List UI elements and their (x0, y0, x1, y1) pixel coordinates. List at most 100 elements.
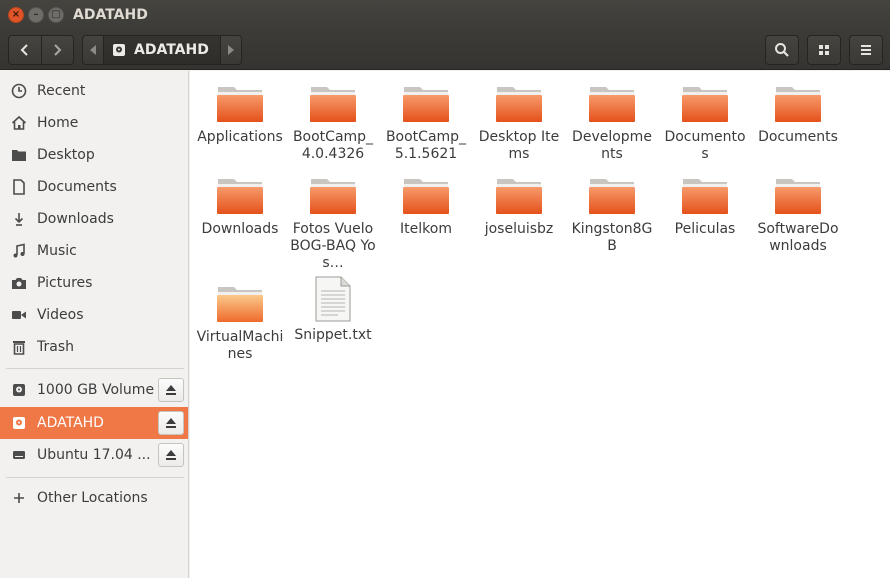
sidebar-item-recent[interactable]: Recent (0, 75, 188, 107)
sidebar-item-music[interactable]: Music (0, 235, 188, 267)
sidebar-item-downloads[interactable]: Downloads (0, 203, 188, 235)
folder-icon (681, 83, 729, 123)
file-item[interactable]: Applications (196, 83, 284, 146)
file-name: Fotos Vuelo BOG-BAQ Yos… (290, 221, 376, 271)
text-file-icon (309, 275, 357, 323)
sidebar-item-trash[interactable]: Trash (0, 331, 188, 363)
folder-icon (681, 175, 729, 215)
file-name: Desktop Items (478, 129, 560, 162)
file-item[interactable]: VirtualMachines (196, 283, 284, 363)
eject-icon (166, 450, 176, 460)
chevron-right-icon (54, 44, 62, 56)
sidebar-item-adatahd[interactable]: ADATAHD (0, 407, 188, 439)
chevron-left-icon (20, 44, 28, 56)
eject-button[interactable] (158, 443, 184, 467)
file-name: Applications (197, 129, 283, 145)
sidebar-item-ubuntu[interactable]: Ubuntu 17.04 ... (0, 439, 188, 471)
sidebar-item-label: Recent (37, 83, 86, 99)
triangle-left-icon (90, 45, 96, 55)
sidebar-item-label: Desktop (37, 147, 95, 163)
folder-icon (588, 83, 636, 123)
sidebar-item-label: ADATAHD (37, 415, 104, 431)
grid-icon (819, 45, 829, 55)
file-item[interactable]: Documentos (661, 83, 749, 163)
file-name: SoftwareDownloads (757, 221, 839, 254)
folder-icon (495, 83, 543, 123)
folder-icon (309, 83, 357, 123)
path-scroll-left-button[interactable] (83, 36, 103, 64)
maximize-window-button[interactable]: □ (48, 7, 64, 23)
minimize-window-button[interactable]: – (28, 7, 44, 23)
window-title: ADATAHD (73, 7, 148, 23)
sidebar-item-videos[interactable]: Videos (0, 299, 188, 331)
sidebar-item-label: Home (37, 115, 79, 131)
back-button[interactable] (9, 36, 41, 64)
file-item[interactable]: Snippet.txt (289, 275, 377, 344)
folder-icon (402, 175, 450, 215)
hamburger-menu-icon (861, 45, 871, 55)
file-item[interactable]: BootCamp_5.1.5621 (382, 83, 470, 163)
sidebar-divider (6, 368, 184, 369)
path-crumb-label: ADATAHD (134, 42, 209, 58)
file-name: Documents (758, 129, 838, 145)
file-view: Applications BootCamp_4.0.4326 BootCamp_… (190, 71, 890, 578)
header-toolbar: ADATAHD (0, 30, 890, 70)
download-icon (8, 209, 30, 229)
file-item[interactable]: joseluisbz (475, 175, 563, 238)
folder-icon (402, 83, 450, 123)
title-bar: × – □ ADATAHD (0, 0, 890, 30)
sidebar-item-desktop[interactable]: Desktop (0, 139, 188, 171)
sidebar: Recent Home Desktop Documents Downloads … (0, 71, 189, 578)
folder-icon (774, 175, 822, 215)
sidebar-item-other-locations[interactable]: Other Locations (0, 482, 188, 514)
camera-icon (8, 273, 30, 293)
sidebar-item-label: Other Locations (37, 490, 148, 506)
file-item[interactable]: Downloads (196, 175, 284, 238)
music-icon (8, 241, 30, 261)
sidebar-item-pictures[interactable]: Pictures (0, 267, 188, 299)
sidebar-item-documents[interactable]: Documents (0, 171, 188, 203)
trash-icon (8, 337, 30, 357)
sidebar-item-1000gb-volume[interactable]: 1000 GB Volume (0, 374, 188, 406)
drive-icon (8, 380, 30, 400)
eject-button[interactable] (158, 411, 184, 435)
file-name: BootCamp_4.0.4326 (292, 129, 374, 162)
path-bar: ADATAHD (82, 35, 242, 65)
file-item[interactable]: Kingston8GB (568, 175, 656, 255)
folder-icon (774, 83, 822, 123)
search-button[interactable] (765, 35, 799, 65)
folder-icon (216, 175, 264, 215)
drive-icon (8, 445, 30, 465)
menu-button[interactable] (849, 35, 883, 65)
navigation-buttons (8, 35, 74, 65)
path-crumb-current[interactable]: ADATAHD (103, 36, 221, 64)
sidebar-item-label: Downloads (37, 211, 114, 227)
eject-icon (166, 385, 176, 395)
file-name: Developments (572, 129, 652, 162)
close-window-button[interactable]: × (8, 7, 24, 23)
file-item[interactable]: BootCamp_4.0.4326 (289, 83, 377, 163)
forward-button[interactable] (41, 36, 73, 64)
sidebar-item-home[interactable]: Home (0, 107, 188, 139)
file-item[interactable]: Documents (754, 83, 842, 146)
file-item[interactable]: SoftwareDownloads (754, 175, 842, 255)
file-item[interactable]: Desktop Items (475, 83, 563, 163)
drive-icon (8, 413, 30, 433)
file-name: joseluisbz (484, 221, 554, 237)
file-name: Downloads (201, 221, 279, 237)
file-item[interactable]: Fotos Vuelo BOG-BAQ Yos… (289, 175, 377, 272)
eject-button[interactable] (158, 378, 184, 402)
sidebar-item-label: Music (37, 243, 77, 259)
eject-icon (166, 418, 176, 428)
file-item[interactable]: Developments (568, 83, 656, 163)
file-name: BootCamp_5.1.5621 (385, 129, 467, 162)
file-item[interactable]: Itelkom (382, 175, 470, 238)
path-scroll-right-button[interactable] (221, 36, 241, 64)
plus-icon (8, 488, 30, 508)
file-item[interactable]: Peliculas (661, 175, 749, 238)
home-icon (8, 113, 30, 133)
triangle-right-icon (228, 45, 234, 55)
view-mode-button[interactable] (807, 35, 841, 65)
folder-icon (8, 145, 30, 165)
folder-icon (216, 83, 264, 123)
